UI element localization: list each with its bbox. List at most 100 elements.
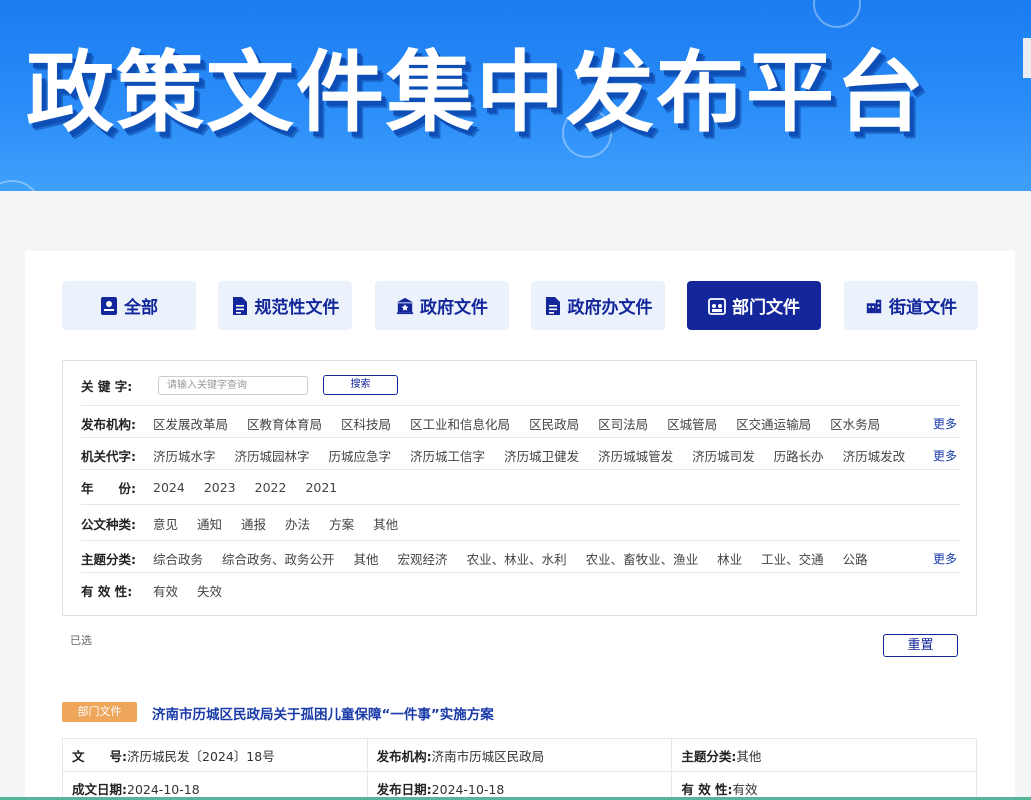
filter-label: 年 份: — [81, 481, 136, 496]
filter-option[interactable]: 失效 — [197, 581, 222, 600]
more-link[interactable]: 更多 — [933, 550, 957, 567]
filter-option[interactable]: 通知 — [197, 514, 222, 533]
filter-option[interactable]: 通报 — [241, 514, 266, 533]
more-link[interactable]: 更多 — [933, 447, 957, 464]
filter-option[interactable]: 济历城发改 — [843, 446, 906, 465]
filter-option[interactable]: 其他 — [373, 514, 398, 533]
tab-label: 规范性文件 — [254, 298, 340, 318]
category-badge: 部门文件 — [62, 702, 137, 722]
result-info-table: 文 号:济历城民发〔2024〕18号 发布机构:济南市历城区民政局 主题分类:其… — [62, 738, 977, 800]
field-label: 文 号: — [72, 748, 127, 764]
banner: 政策文件集中发布平台 — [0, 0, 1031, 191]
filter-option[interactable]: 2024 — [153, 480, 185, 495]
decorative-ring — [0, 180, 42, 191]
filter-option[interactable]: 区城管局 — [667, 414, 717, 433]
filter-option[interactable]: 区司法局 — [598, 414, 648, 433]
filter-option[interactable]: 历城应急字 — [329, 446, 392, 465]
filter-option[interactable]: 工业、交通 — [761, 549, 824, 568]
field-value: 2024-10-18 — [127, 781, 200, 797]
filter-option[interactable]: 区科技局 — [341, 414, 391, 433]
field-label: 发布机构: — [376, 748, 432, 764]
field-value: 济历城民发〔2024〕18号 — [127, 748, 275, 764]
tab-label: 政府办文件 — [567, 298, 653, 318]
result-title-link[interactable]: 济南市历城区民政局关于孤困儿童保障“一件事”实施方案 — [152, 703, 494, 723]
filter-option[interactable]: 济历城水字 — [153, 446, 216, 465]
tab-label: 部门文件 — [732, 298, 800, 318]
filter-options: 区发展改革局 区教育体育局 区科技局 区工业和信息化局 区民政局 区司法局 区城… — [153, 414, 899, 433]
filter-label: 发布机构: — [81, 417, 136, 432]
selected-filters-label: 已选 — [70, 634, 92, 647]
tab-all[interactable]: 全部 — [62, 281, 196, 330]
filter-topic-row: 主题分类: 综合政务 综合政务、政务公开 其他 宏观经济 农业、林业、水利 农业… — [81, 549, 961, 568]
filter-label: 公文种类: — [81, 517, 136, 532]
more-link[interactable]: 更多 — [933, 415, 957, 432]
filter-option[interactable]: 济历城工信字 — [410, 446, 485, 465]
validity-cell: 有 效 性:有效 — [671, 771, 977, 800]
topic-cell: 主题分类:其他 — [671, 738, 977, 772]
filter-option[interactable]: 济历城城管发 — [598, 446, 673, 465]
filter-option[interactable]: 公路 — [843, 549, 868, 568]
filter-option[interactable]: 2022 — [255, 480, 287, 495]
filter-doctype-row: 公文种类: 意见 通知 通报 办法 方案 其他 — [81, 514, 961, 533]
filter-option[interactable]: 有效 — [153, 581, 178, 600]
filter-options: 济历城水字 济历城园林字 历城应急字 济历城工信字 济历城卫健发 济历城城管发 … — [153, 446, 924, 465]
keyword-input[interactable]: 请输入关键字查询 — [158, 375, 308, 395]
filter-option[interactable]: 区交通运输局 — [736, 414, 811, 433]
filter-option[interactable]: 区工业和信息化局 — [410, 414, 510, 433]
department-icon — [708, 296, 726, 316]
written-date-cell: 成文日期:2024-10-18 — [62, 771, 368, 800]
field-label: 主题分类: — [681, 748, 737, 764]
filter-option[interactable]: 2023 — [204, 480, 236, 495]
field-value: 其他 — [736, 748, 762, 764]
filter-option[interactable]: 济历城园林字 — [235, 446, 310, 465]
filter-label: 主题分类: — [81, 552, 136, 567]
tab-gov-office-docs[interactable]: 政府办文件 — [531, 281, 665, 330]
filter-option[interactable]: 区水务局 — [830, 414, 880, 433]
street-icon — [865, 296, 883, 316]
filter-code-row: 机关代字: 济历城水字 济历城园林字 历城应急字 济历城工信字 济历城卫健发 济… — [81, 446, 961, 465]
filter-option[interactable]: 济历城卫健发 — [504, 446, 579, 465]
filter-label: 关 键 字: — [81, 378, 133, 394]
filter-options: 意见 通知 通报 办法 方案 其他 — [153, 514, 417, 533]
filter-option[interactable]: 区教育体育局 — [247, 414, 322, 433]
filter-year-row: 年 份: 2024 2023 2022 2021 — [81, 478, 961, 497]
filter-option[interactable]: 农业、林业、水利 — [467, 549, 567, 568]
filter-option[interactable]: 济历城司发 — [692, 446, 755, 465]
tab-street-docs[interactable]: 街道文件 — [844, 281, 978, 330]
field-label: 发布日期: — [376, 781, 432, 797]
field-label: 成文日期: — [72, 781, 127, 797]
publish-date-cell: 发布日期:2024-10-18 — [366, 771, 673, 800]
table-row: 文 号:济历城民发〔2024〕18号 发布机构:济南市历城区民政局 主题分类:其… — [62, 738, 977, 772]
reset-button[interactable]: 重置 — [883, 634, 958, 657]
filter-option[interactable]: 办法 — [285, 514, 310, 533]
search-button[interactable]: 搜索 — [323, 375, 398, 395]
filter-option[interactable]: 农业、畜牧业、渔业 — [586, 549, 699, 568]
filter-option[interactable]: 历路长办 — [774, 446, 824, 465]
content-card: 全部 规范性文件 政府文件 政府办文件 部门文件 街道文件 关 键 字: 请输入… — [25, 251, 1015, 800]
filter-option[interactable]: 区发展改革局 — [153, 414, 228, 433]
filter-option[interactable]: 方案 — [329, 514, 354, 533]
field-value: 2024-10-18 — [431, 781, 505, 797]
tab-department-docs[interactable]: 部门文件 — [687, 281, 821, 330]
divider — [81, 469, 961, 470]
tab-government-docs[interactable]: 政府文件 — [375, 281, 509, 330]
filter-option[interactable]: 宏观经济 — [398, 549, 448, 568]
field-value: 有效 — [732, 781, 758, 797]
filter-option[interactable]: 综合政务 — [153, 549, 203, 568]
category-tabs: 全部 规范性文件 政府文件 政府办文件 部门文件 街道文件 — [62, 281, 978, 330]
filter-option[interactable]: 综合政务、政务公开 — [222, 549, 335, 568]
filter-panel: 关 键 字: 请输入关键字查询 搜索 发布机构: 区发展改革局 区教育体育局 区… — [62, 360, 977, 616]
filter-keyword-row: 关 键 字: 请输入关键字查询 搜索 — [81, 375, 961, 395]
government-building-icon — [396, 296, 414, 316]
tab-normative-docs[interactable]: 规范性文件 — [218, 281, 352, 330]
filter-option[interactable]: 区民政局 — [529, 414, 579, 433]
banner-edge — [1023, 38, 1031, 78]
tab-label: 全部 — [124, 298, 158, 318]
filter-option[interactable]: 其他 — [354, 549, 379, 568]
filter-option[interactable]: 林业 — [717, 549, 742, 568]
filter-option[interactable]: 2021 — [305, 480, 337, 495]
tab-label: 政府文件 — [420, 298, 488, 318]
filter-options: 2024 2023 2022 2021 — [153, 480, 356, 495]
filter-option[interactable]: 意见 — [153, 514, 178, 533]
tab-label: 街道文件 — [889, 298, 957, 318]
